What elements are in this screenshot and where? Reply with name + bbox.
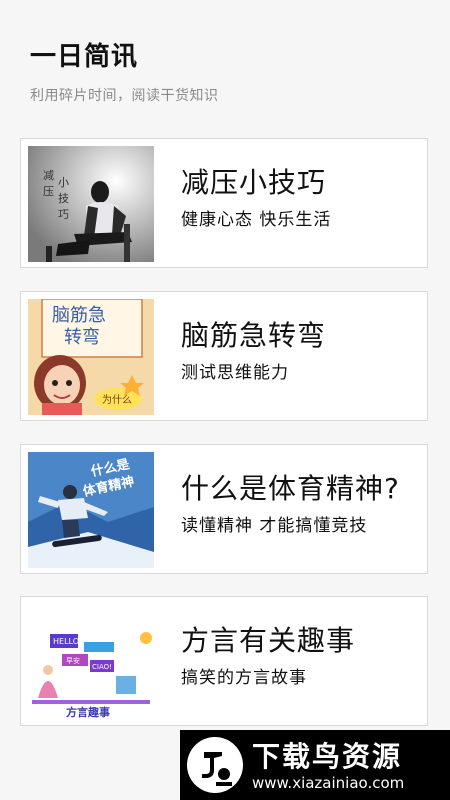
page-title: 一日简讯 bbox=[30, 42, 139, 72]
card-title: 脑筋急转弯 bbox=[181, 319, 327, 352]
page-subtitle: 利用碎片时间，阅读干货知识 bbox=[30, 88, 219, 104]
card-title: 什么是体育精神? bbox=[181, 472, 400, 505]
thumb-char: 技 bbox=[58, 192, 69, 205]
card-description: 读懂精神 才能搞懂竞技 bbox=[181, 516, 368, 536]
thumb-text: 脑筋急 bbox=[52, 305, 106, 326]
card-title: 减压小技巧 bbox=[181, 166, 327, 199]
thumb-text: HELLO! bbox=[53, 637, 82, 646]
card-thumbnail: 脑筋急 转弯 为什么 bbox=[28, 299, 154, 415]
thumb-char: 压 bbox=[43, 185, 54, 198]
thumb-text: 为什么 bbox=[102, 394, 132, 406]
article-card-brain-teaser[interactable]: 脑筋急 转弯 为什么 脑筋急转弯 测试思维能力 bbox=[20, 291, 428, 421]
watermark-banner: 下载鸟资源 www.xiazainiao.com bbox=[180, 730, 450, 800]
bird-logo-icon bbox=[187, 737, 243, 793]
thumb-char: 巧 bbox=[58, 208, 69, 221]
card-title: 方言有关趣事 bbox=[181, 624, 356, 657]
thumb-char: 小 bbox=[58, 176, 69, 189]
watermark-title: 下载鸟资源 bbox=[252, 740, 403, 773]
thumb-text: CIAO! bbox=[92, 663, 112, 671]
card-thumbnail: 什么是 体育精神 bbox=[28, 452, 154, 568]
thumb-char: 减 bbox=[43, 169, 54, 182]
thumb-text: 早安 bbox=[66, 656, 80, 665]
card-description: 搞笑的方言故事 bbox=[181, 668, 307, 688]
watermark-url: www.xiazainiao.com bbox=[252, 774, 405, 792]
article-card-stress-relief[interactable]: 减 压 小 技 巧 减压小技巧 健康心态 快乐生活 bbox=[20, 138, 428, 268]
article-card-dialect-stories[interactable]: HELLO! 早安 CIAO! 方言趣事 方言有关趣事 搞笑的方言故事 bbox=[20, 596, 428, 726]
article-card-sportsmanship[interactable]: 什么是 体育精神 什么是体育精神? 读懂精神 才能搞懂竞技 bbox=[20, 444, 428, 574]
thumb-text: 转弯 bbox=[64, 327, 100, 348]
page-header: 一日简讯 利用碎片时间，阅读干货知识 bbox=[30, 36, 219, 105]
card-thumbnail: HELLO! 早安 CIAO! 方言趣事 bbox=[28, 604, 154, 720]
card-description: 测试思维能力 bbox=[181, 363, 289, 383]
card-description: 健康心态 快乐生活 bbox=[181, 210, 332, 230]
thumb-text: 方言趣事 bbox=[66, 705, 110, 719]
card-thumbnail: 减 压 小 技 巧 bbox=[28, 146, 154, 262]
